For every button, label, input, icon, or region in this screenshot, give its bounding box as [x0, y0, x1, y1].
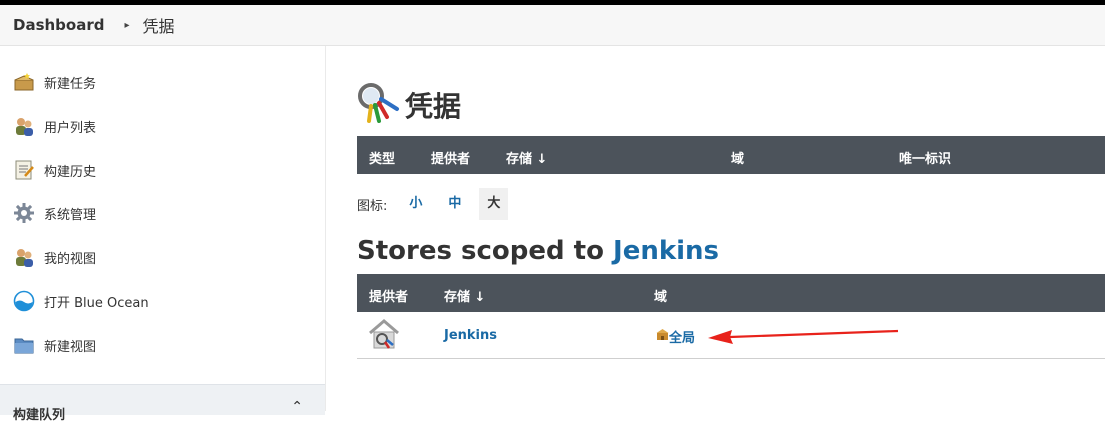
sidebar-item-new-view[interactable]: 新建视图: [13, 333, 96, 357]
build-history-icon: [13, 159, 35, 181]
sidebar-item-label: 新建任务: [44, 76, 97, 92]
new-item-icon: [13, 71, 35, 93]
main-content: 凭据 类型 提供者 存储 ↓ 域 唯一标识 图标: 小 中 大 Stores s…: [326, 46, 1105, 411]
stores-heading-prefix: Stores scoped to: [357, 236, 614, 266]
credentials-keys-icon: [357, 81, 403, 129]
domain-global-link[interactable]: 全局: [656, 327, 695, 346]
sidebar-item-label: 系统管理: [44, 207, 97, 223]
stores-table-header: 提供者 存储 ↓ 域: [357, 274, 1105, 312]
my-views-icon: [13, 246, 35, 268]
build-queue-title: 构建队列: [13, 408, 66, 423]
column-header-store[interactable]: 存储 ↓: [506, 148, 547, 167]
build-queue-panel: 构建队列 ⌃: [0, 384, 325, 423]
sidebar-item-build-history[interactable]: 构建历史: [13, 158, 96, 182]
sidebar-item-new-item[interactable]: 新建任务: [13, 70, 96, 94]
page-title: 凭据: [357, 81, 461, 129]
breadcrumb: Dashboard ▸ 凭据: [0, 5, 1105, 46]
gear-icon: [13, 202, 35, 224]
breadcrumb-current[interactable]: 凭据: [143, 13, 175, 37]
stores-heading-jenkins-link[interactable]: Jenkins: [613, 236, 719, 266]
credentials-table-header: 类型 提供者 存储 ↓ 域 唯一标识: [357, 136, 1105, 174]
sidebar-item-users[interactable]: 用户列表: [13, 114, 96, 138]
jenkins-store-icon: [367, 318, 401, 354]
sidebar-item-label: 新建视图: [44, 339, 97, 355]
folder-icon: [13, 334, 35, 356]
sidebar-item-label: 打开 Blue Ocean: [44, 295, 149, 311]
breadcrumb-separator-icon[interactable]: ▸: [124, 20, 129, 31]
icon-size-selector: 图标: 小 中 大: [357, 188, 509, 220]
stores-heading: Stores scoped to Jenkins: [357, 236, 719, 266]
column-header-id[interactable]: 唯一标识: [899, 148, 951, 167]
sidebar: 新建任务 用户列表 构建历史 系统管理 我的视图 打开 Blue Ocean 新…: [0, 46, 326, 423]
breadcrumb-dashboard-link[interactable]: Dashboard: [13, 16, 104, 34]
sidebar-item-manage[interactable]: 系统管理: [13, 201, 96, 225]
domain-label: 全局: [669, 331, 696, 346]
domain-icon: [656, 328, 669, 345]
icon-size-label: 图标:: [357, 198, 388, 214]
icon-size-large[interactable]: 大: [479, 188, 509, 220]
sidebar-item-blue-ocean[interactable]: 打开 Blue Ocean: [13, 289, 149, 313]
column-header-domain[interactable]: 域: [654, 286, 667, 305]
page-title-text: 凭据: [405, 90, 462, 123]
column-header-domain[interactable]: 域: [731, 148, 744, 167]
column-header-type[interactable]: 类型: [369, 148, 395, 167]
store-jenkins-link[interactable]: Jenkins: [444, 328, 497, 343]
collapse-chevron-icon[interactable]: ⌃: [291, 399, 303, 415]
annotation-arrow-icon: [708, 329, 899, 344]
column-header-provider[interactable]: 提供者: [431, 148, 470, 167]
icon-size-medium[interactable]: 中: [440, 188, 469, 220]
sidebar-item-label: 我的视图: [44, 251, 97, 267]
column-header-store[interactable]: 存储 ↓: [444, 286, 485, 305]
icon-size-small[interactable]: 小: [401, 188, 430, 220]
sidebar-item-label: 用户列表: [44, 120, 97, 136]
column-header-provider[interactable]: 提供者: [369, 286, 408, 305]
sidebar-item-my-views[interactable]: 我的视图: [13, 245, 96, 269]
sidebar-item-label: 构建历史: [44, 164, 97, 180]
blue-ocean-icon: [13, 290, 35, 312]
users-icon: [13, 115, 35, 137]
